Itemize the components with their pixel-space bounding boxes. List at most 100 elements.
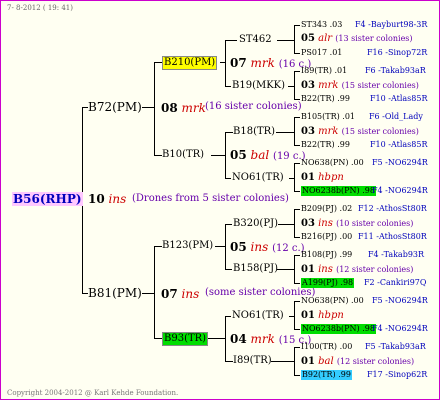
g3-queen[interactable]: NO61(TR) — [232, 311, 284, 321]
connector — [294, 301, 300, 302]
connector — [225, 316, 231, 317]
g4-mid: 01 bal (12 sister colonies) — [301, 356, 415, 367]
connector — [225, 132, 226, 178]
sire-queen[interactable]: B72(PM) — [88, 101, 142, 113]
g2-summary: 05 bal (19 c.) — [230, 148, 306, 162]
g2-summary: 07 mrk (16 c.) — [230, 56, 312, 70]
g4-top[interactable]: NO638(PN) .00 — [301, 159, 364, 167]
connector — [294, 375, 300, 376]
g3-queen[interactable]: ST462 — [239, 35, 272, 45]
connector — [154, 338, 162, 339]
g2-queen[interactable]: B93(TR) — [162, 332, 209, 346]
g4-bot[interactable]: B22(TR) .99 — [301, 95, 350, 103]
connector — [225, 86, 231, 87]
connector — [294, 53, 300, 54]
connector — [215, 246, 225, 247]
connector — [142, 293, 154, 294]
connector — [225, 178, 231, 179]
g4-bot[interactable]: NO6238b(PN) .98 — [301, 324, 376, 334]
g4-top[interactable]: I100(TR) .00 — [301, 343, 352, 351]
g2-queen[interactable]: B10(TR) — [162, 150, 204, 160]
g4-bot-origin: F16 -Sinop72R — [367, 48, 428, 57]
timestamp: 7- 8-2012 ( 19: 41) — [7, 4, 73, 12]
connector — [294, 283, 300, 284]
connector — [277, 40, 294, 41]
g4-bot-origin: F10 -Atlas85R — [370, 94, 428, 103]
sire-summary: 08 mrk — [161, 101, 206, 115]
connector — [294, 71, 300, 72]
g3-queen[interactable]: I89(TR) — [233, 356, 272, 366]
g4-top[interactable]: B209(PJ) .02 — [301, 205, 352, 213]
connector — [294, 209, 295, 237]
connector — [277, 269, 294, 270]
sire-desc: (16 sister colonies) — [205, 101, 302, 112]
connector — [154, 246, 155, 338]
connector — [294, 191, 300, 192]
g4-top[interactable]: B105(TR) .01 — [301, 113, 355, 121]
g3-queen[interactable]: NO61(TR) — [232, 173, 284, 183]
g3-queen[interactable]: B19(MKK) — [232, 81, 285, 91]
g4-mid: 01 hbpn — [301, 172, 344, 183]
connector — [294, 237, 300, 238]
g4-mid: 03 mrk (15 sister colonies) — [301, 80, 419, 91]
g4-bot[interactable]: B216(PJ) .00 — [301, 233, 352, 241]
g4-mid: 03 ins (10 sister colonies) — [301, 218, 414, 229]
connector — [154, 246, 162, 247]
g4-bot-origin: F17 -Sinop62R — [367, 370, 428, 379]
root-queen[interactable]: B56(RHP) — [12, 192, 83, 206]
g4-top-origin: F5 -NO6294R — [372, 296, 428, 305]
connector — [154, 155, 162, 156]
g4-top[interactable]: B108(PJ) .99 — [301, 251, 352, 259]
g2-queen[interactable]: B123(PM) — [162, 241, 213, 251]
connector — [225, 269, 232, 270]
g4-bot[interactable]: NO6238b(PN) .98 — [301, 186, 376, 196]
dam-desc: (some sister colonies) — [205, 287, 316, 298]
connector — [276, 132, 294, 133]
connector — [294, 117, 300, 118]
g4-top[interactable]: NO638(PN) .00 — [301, 297, 364, 305]
g4-bot[interactable]: B92(TR) .99 — [301, 370, 352, 380]
g4-top-origin: F4 -Bayburt98-3R — [355, 20, 428, 29]
connector — [294, 209, 300, 210]
connector — [294, 329, 300, 330]
g4-mid: 03 mrk (15 sister colonies) — [301, 126, 419, 137]
dam-summary: 07 ins — [161, 287, 200, 301]
g4-bot[interactable]: PS017 .01 — [301, 49, 342, 57]
g3-queen[interactable]: B158(PJ) — [233, 264, 278, 274]
connector — [294, 347, 295, 375]
g2-summary: 04 mrk (15 c.) — [230, 332, 312, 346]
connector — [225, 224, 232, 225]
g4-bot[interactable]: A199(PJ) .98 — [301, 278, 355, 288]
connector — [278, 224, 294, 225]
g3-queen[interactable]: B320(PJ) — [233, 219, 278, 229]
g4-top-origin: F6 -Takab93aR — [365, 66, 426, 75]
connector — [294, 117, 295, 145]
connector — [211, 155, 225, 156]
connector — [271, 361, 294, 362]
g4-top[interactable]: ST343 .03 — [301, 21, 342, 29]
connector — [225, 132, 233, 133]
g4-top-origin: F5 -NO6294R — [372, 158, 428, 167]
g3-queen[interactable]: B18(TR) — [233, 127, 275, 137]
connector — [294, 255, 295, 283]
g4-top[interactable]: I89(TR) .01 — [301, 67, 347, 75]
connector — [294, 25, 300, 26]
connector — [294, 163, 300, 164]
pedigree-frame: 7- 8-2012 ( 19: 41) B56(RHP) 10 ins (Dro… — [0, 0, 440, 400]
g4-bot-origin: F4 -NO6294R — [372, 324, 428, 333]
g4-bot-origin: F10 -Atlas85R — [370, 140, 428, 149]
g4-bot[interactable]: B22(TR) .99 — [301, 141, 350, 149]
connector — [154, 62, 162, 63]
g4-mid: 01 ins (12 sister colonies) — [301, 264, 414, 275]
g2-queen[interactable]: B210(PM) — [162, 56, 218, 70]
connector — [294, 99, 300, 100]
g4-top-origin: F4 -Takab93R — [368, 250, 425, 259]
copyright: Copyright 2004-2012 @ Karl Kehde Foundat… — [7, 389, 179, 397]
connector — [294, 255, 300, 256]
g4-top-origin: F12 -AthosSt80R — [358, 204, 427, 213]
g4-bot-origin: F4 -NO6294R — [372, 186, 428, 195]
connector — [294, 347, 300, 348]
dam-queen[interactable]: B81(PM) — [88, 287, 142, 299]
connector — [206, 338, 225, 339]
connector — [225, 224, 226, 269]
